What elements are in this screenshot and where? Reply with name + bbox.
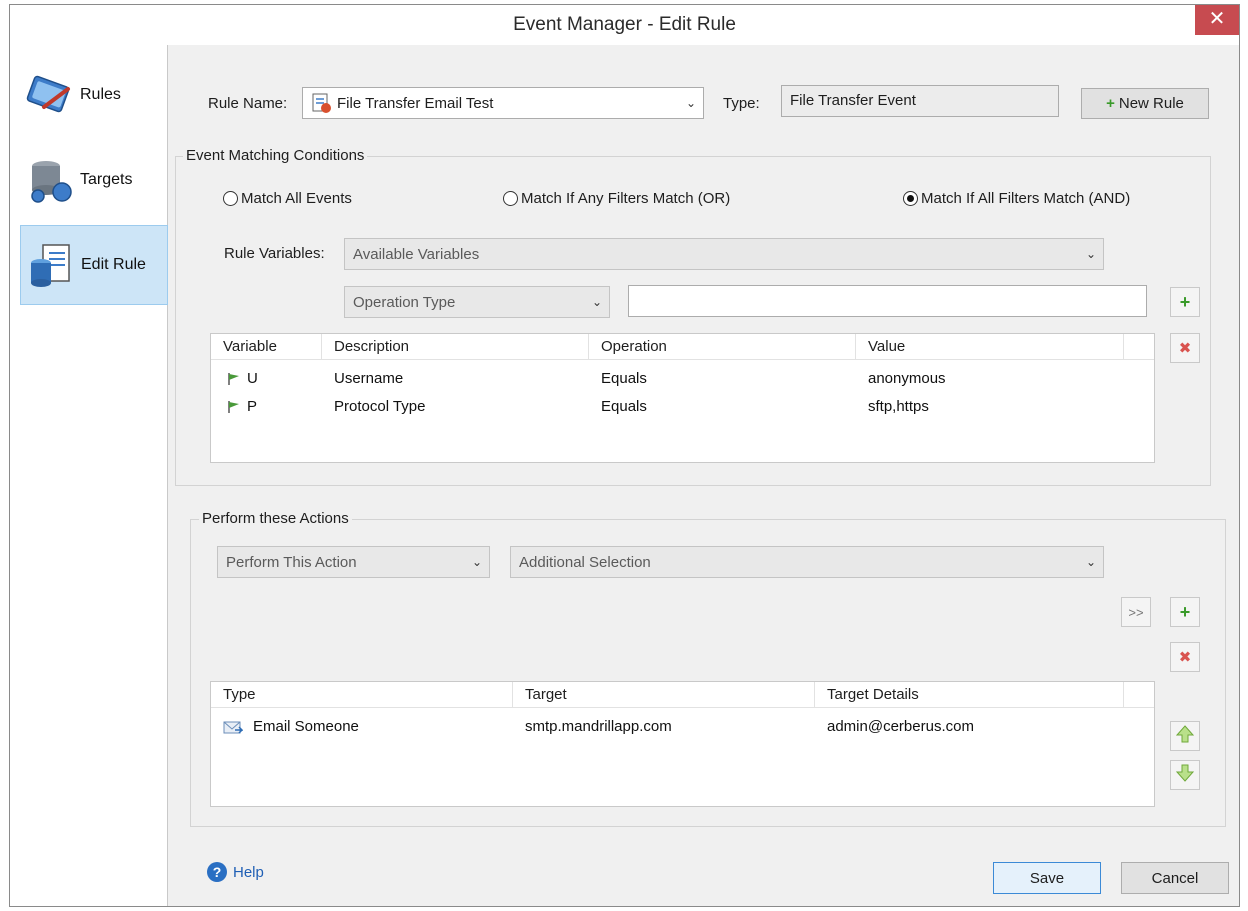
radio-label: Match All Events bbox=[241, 190, 352, 207]
radio-dot bbox=[223, 191, 238, 206]
help-label: Help bbox=[233, 863, 264, 881]
cell-operation: Equals bbox=[601, 398, 647, 415]
operation-type-value: Operation Type bbox=[353, 293, 456, 311]
additional-selection-select[interactable]: Additional Selection ⌄ bbox=[510, 546, 1104, 578]
move-up-button[interactable] bbox=[1170, 721, 1200, 751]
rule-file-icon bbox=[311, 92, 333, 114]
targets-icon bbox=[24, 152, 80, 208]
chevron-down-icon: ⌄ bbox=[1085, 247, 1097, 261]
delete-icon: ✖ bbox=[1178, 340, 1192, 357]
new-rule-button[interactable]: + New Rule bbox=[1081, 88, 1209, 119]
cell-description: Protocol Type bbox=[334, 398, 426, 415]
plus-icon: + bbox=[1179, 601, 1191, 622]
table-row[interactable]: P Protocol Type Equals sftp,https bbox=[211, 393, 1154, 421]
operation-type-select[interactable]: Operation Type ⌄ bbox=[344, 286, 610, 318]
cell-description: Username bbox=[334, 370, 404, 387]
move-down-button[interactable] bbox=[1170, 760, 1200, 790]
conditions-table-header: Variable Description Operation Value bbox=[211, 334, 1154, 360]
help-link[interactable]: ? Help bbox=[207, 862, 264, 882]
plus-icon: + bbox=[1179, 291, 1191, 312]
sidebar-item-edit-rule[interactable]: Edit Rule bbox=[20, 225, 168, 305]
condition-value-input[interactable] bbox=[628, 285, 1147, 317]
chevron-down-icon: ⌄ bbox=[471, 555, 483, 569]
move-right-button[interactable]: >> bbox=[1121, 597, 1151, 627]
column-header[interactable]: Target Details bbox=[815, 682, 1124, 708]
radio-dot bbox=[503, 191, 518, 206]
cell-operation: Equals bbox=[601, 370, 647, 387]
radio-label: Match If All Filters Match (AND) bbox=[921, 190, 1131, 207]
column-header[interactable]: Type bbox=[211, 682, 513, 708]
edit-rule-window: Event Manager - Edit Rule ✕ Rules Target… bbox=[9, 4, 1240, 907]
edit-rule-icon bbox=[25, 237, 81, 293]
conditions-group-title: Event Matching Conditions bbox=[183, 147, 368, 164]
cell-value: anonymous bbox=[868, 370, 946, 387]
new-rule-label: New Rule bbox=[1118, 95, 1184, 112]
sidebar-item-label: Edit Rule bbox=[81, 256, 146, 273]
actions-group-title: Perform these Actions bbox=[199, 510, 352, 527]
sidebar-item-targets[interactable]: Targets bbox=[20, 140, 168, 220]
actions-table: Type Target Target Details Email Someone… bbox=[210, 681, 1155, 807]
chevron-down-icon: ⌄ bbox=[1085, 555, 1097, 569]
perform-action-select[interactable]: Perform This Action ⌄ bbox=[217, 546, 490, 578]
window-title: Event Manager - Edit Rule bbox=[513, 14, 736, 35]
arrow-up-icon bbox=[1175, 724, 1195, 748]
column-header[interactable]: Operation bbox=[589, 334, 856, 360]
rule-name-value: File Transfer Email Test bbox=[337, 94, 494, 112]
delete-icon: ✖ bbox=[1178, 649, 1192, 666]
arrow-down-icon bbox=[1175, 763, 1195, 787]
type-label: Type: bbox=[723, 95, 760, 112]
flag-icon bbox=[227, 400, 241, 418]
radio-match-any[interactable]: Match If Any Filters Match (OR) bbox=[503, 190, 730, 207]
radio-match-all-filters[interactable]: Match If All Filters Match (AND) bbox=[903, 190, 1130, 207]
perform-action-value: Perform This Action bbox=[226, 553, 357, 571]
cancel-button[interactable]: Cancel bbox=[1121, 862, 1229, 894]
radio-label: Match If Any Filters Match (OR) bbox=[521, 190, 731, 207]
close-button[interactable]: ✕ bbox=[1195, 5, 1239, 35]
add-condition-button[interactable]: + bbox=[1170, 287, 1200, 317]
sidebar: Rules Targets Edit Rule bbox=[10, 45, 168, 906]
add-action-button[interactable]: + bbox=[1170, 597, 1200, 627]
remove-action-button[interactable]: ✖ bbox=[1170, 642, 1200, 672]
rule-variables-value: Available Variables bbox=[353, 245, 480, 263]
sidebar-item-label: Rules bbox=[80, 86, 121, 103]
plus-icon: + bbox=[1106, 95, 1115, 112]
cell-variable: P bbox=[247, 398, 258, 415]
cell-variable: U bbox=[247, 370, 258, 387]
cell-value: sftp,https bbox=[868, 398, 929, 415]
sidebar-item-label: Targets bbox=[80, 171, 133, 188]
save-button[interactable]: Save bbox=[993, 862, 1101, 894]
rule-variables-label: Rule Variables: bbox=[224, 245, 325, 262]
table-row[interactable]: U Username Equals anonymous bbox=[211, 365, 1154, 393]
column-header[interactable]: Variable bbox=[211, 334, 322, 360]
cell-target: smtp.mandrillapp.com bbox=[525, 718, 672, 735]
type-field: File Transfer Event bbox=[781, 85, 1059, 117]
remove-condition-button[interactable]: ✖ bbox=[1170, 333, 1200, 363]
column-header[interactable]: Description bbox=[322, 334, 589, 360]
column-header[interactable]: Target bbox=[513, 682, 815, 708]
conditions-table: Variable Description Operation Value U U… bbox=[210, 333, 1155, 463]
chevron-down-icon: ⌄ bbox=[591, 295, 603, 309]
column-header[interactable]: Value bbox=[856, 334, 1124, 360]
rule-variables-select[interactable]: Available Variables ⌄ bbox=[344, 238, 1104, 270]
radio-dot-selected bbox=[903, 191, 918, 206]
cell-target-details: admin@cerberus.com bbox=[827, 718, 974, 735]
rule-name-label: Rule Name: bbox=[208, 95, 288, 112]
radio-match-all[interactable]: Match All Events bbox=[223, 190, 352, 207]
actions-table-header: Type Target Target Details bbox=[211, 682, 1154, 708]
chevron-down-icon: ⌄ bbox=[685, 96, 697, 110]
rule-name-select[interactable]: File Transfer Email Test ⌄ bbox=[302, 87, 704, 119]
rules-icon bbox=[24, 67, 80, 123]
title-bar: Event Manager - Edit Rule ✕ bbox=[10, 5, 1239, 45]
additional-selection-value: Additional Selection bbox=[519, 553, 651, 571]
cell-type: Email Someone bbox=[253, 718, 359, 735]
email-icon bbox=[223, 720, 244, 740]
help-icon: ? bbox=[207, 862, 227, 882]
table-row[interactable]: Email Someone smtp.mandrillapp.com admin… bbox=[211, 713, 1154, 741]
flag-icon bbox=[227, 372, 241, 390]
sidebar-item-rules[interactable]: Rules bbox=[20, 55, 168, 135]
